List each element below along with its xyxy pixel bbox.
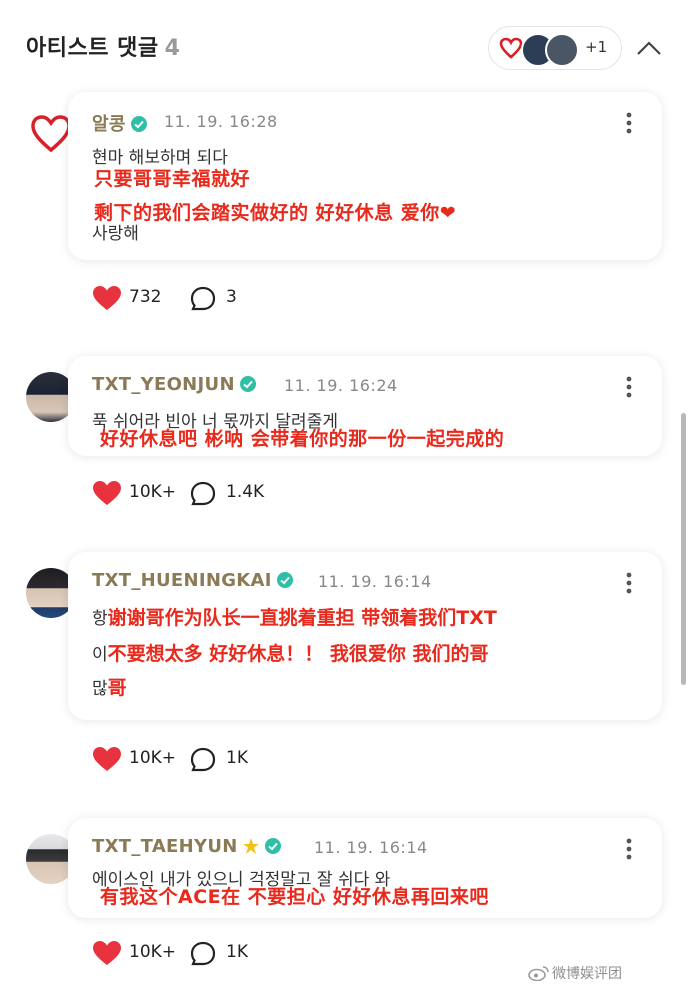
- comment-bubble-icon[interactable]: [190, 941, 216, 967]
- star-icon: [242, 838, 259, 854]
- comment-text-korean: 많: [92, 679, 108, 699]
- heart-icon[interactable]: [92, 480, 122, 506]
- comment-text-korean: 이: [92, 645, 108, 665]
- comment-author[interactable]: TXT_TAEHYUN: [92, 836, 282, 857]
- comment-bubble-icon[interactable]: [190, 747, 216, 773]
- more-vertical-icon[interactable]: [626, 572, 632, 594]
- comment-line: 많哥: [92, 676, 127, 701]
- like-count: 10K+: [129, 942, 177, 962]
- comment-card: 알콩 11. 19. 16:28 현마 해보하며 되다 只要哥哥幸福就好 剩下的…: [68, 92, 662, 260]
- more-vertical-icon[interactable]: [626, 112, 632, 134]
- reply-count: 1.4K: [226, 482, 265, 502]
- watermark: 微博娱评团: [528, 963, 622, 983]
- heart-icon[interactable]: [92, 940, 122, 966]
- verified-icon: [276, 572, 293, 588]
- comment-author[interactable]: 알콩: [92, 110, 148, 136]
- like-count: 10K+: [129, 482, 177, 502]
- translation-line: 好好休息吧 彬呐 会带着你的那一份一起完成的: [100, 428, 505, 450]
- scrollbar[interactable]: [681, 413, 686, 685]
- translation-line: 不要想太多 好好休息！！ 我很爱你 我们的哥: [107, 643, 489, 665]
- comment-line: 이不要想太多 好好休息！！ 我很爱你 我们的哥: [92, 642, 489, 667]
- comment-count: 4: [164, 36, 181, 61]
- more-vertical-icon[interactable]: [626, 376, 632, 398]
- reply-count: 3: [226, 287, 237, 307]
- comment-line: 항谢谢哥作为队长一直挑着重担 带领着我们TXT: [92, 606, 497, 631]
- comment-card: TXT_YEONJUN 11. 19. 16:24 푹 쉬어라 빈아 너 몫까지…: [68, 356, 662, 456]
- comment-card: TXT_HUENINGKAI 11. 19. 16:14 항谢谢哥作为队长一直挑…: [68, 552, 662, 720]
- comments-header: 아티스트 댓글 4 +1: [0, 0, 690, 92]
- chevron-up-icon[interactable]: [632, 34, 666, 62]
- translation-line: 哥: [107, 677, 127, 699]
- comment-bubble-icon[interactable]: [190, 481, 216, 507]
- weibo-icon: [528, 966, 549, 981]
- comment-author[interactable]: TXT_YEONJUN: [92, 374, 257, 395]
- comment-date: 11. 19. 16:14: [318, 572, 432, 591]
- artist-avatar-stack[interactable]: +1: [488, 26, 622, 70]
- translation-line: 谢谢哥作为队长一直挑着重担 带领着我们TXT: [107, 607, 497, 629]
- comment-bubble-icon[interactable]: [190, 286, 216, 312]
- translation-line: 只要哥哥幸福就好: [94, 168, 251, 190]
- comment-author[interactable]: TXT_HUENINGKAI: [92, 570, 294, 591]
- verified-icon: [264, 838, 281, 854]
- comment-date: 11. 19. 16:24: [284, 376, 398, 395]
- reply-count: 1K: [226, 748, 248, 768]
- heart-icon[interactable]: [92, 285, 122, 311]
- reply-count: 1K: [226, 942, 248, 962]
- comment-text-korean: 사랑해: [92, 224, 139, 244]
- like-count: 732: [129, 287, 162, 307]
- avatar: [545, 33, 579, 67]
- comment-card: TXT_TAEHYUN 11. 19. 16:14 에이스인 내가 있으니 걱정…: [68, 818, 662, 918]
- like-count: 10K+: [129, 748, 177, 768]
- comment-date: 11. 19. 16:14: [314, 838, 428, 857]
- more-artists-count: +1: [585, 38, 608, 56]
- section-title: 아티스트 댓글 4: [26, 36, 181, 61]
- heart-icon[interactable]: [92, 746, 122, 772]
- translation-line: 剩下的我们会踏实做好的 好好休息 爱你❤: [94, 202, 457, 224]
- translation-line: 有我这个ACE在 不要担心 好好休息再回来吧: [100, 886, 489, 908]
- more-vertical-icon[interactable]: [626, 838, 632, 860]
- verified-icon: [239, 376, 256, 392]
- verified-icon: [130, 116, 147, 132]
- heart-avatar-icon: [499, 37, 523, 59]
- comment-text-korean: 항: [92, 609, 108, 629]
- comment-date: 11. 19. 16:28: [164, 112, 278, 131]
